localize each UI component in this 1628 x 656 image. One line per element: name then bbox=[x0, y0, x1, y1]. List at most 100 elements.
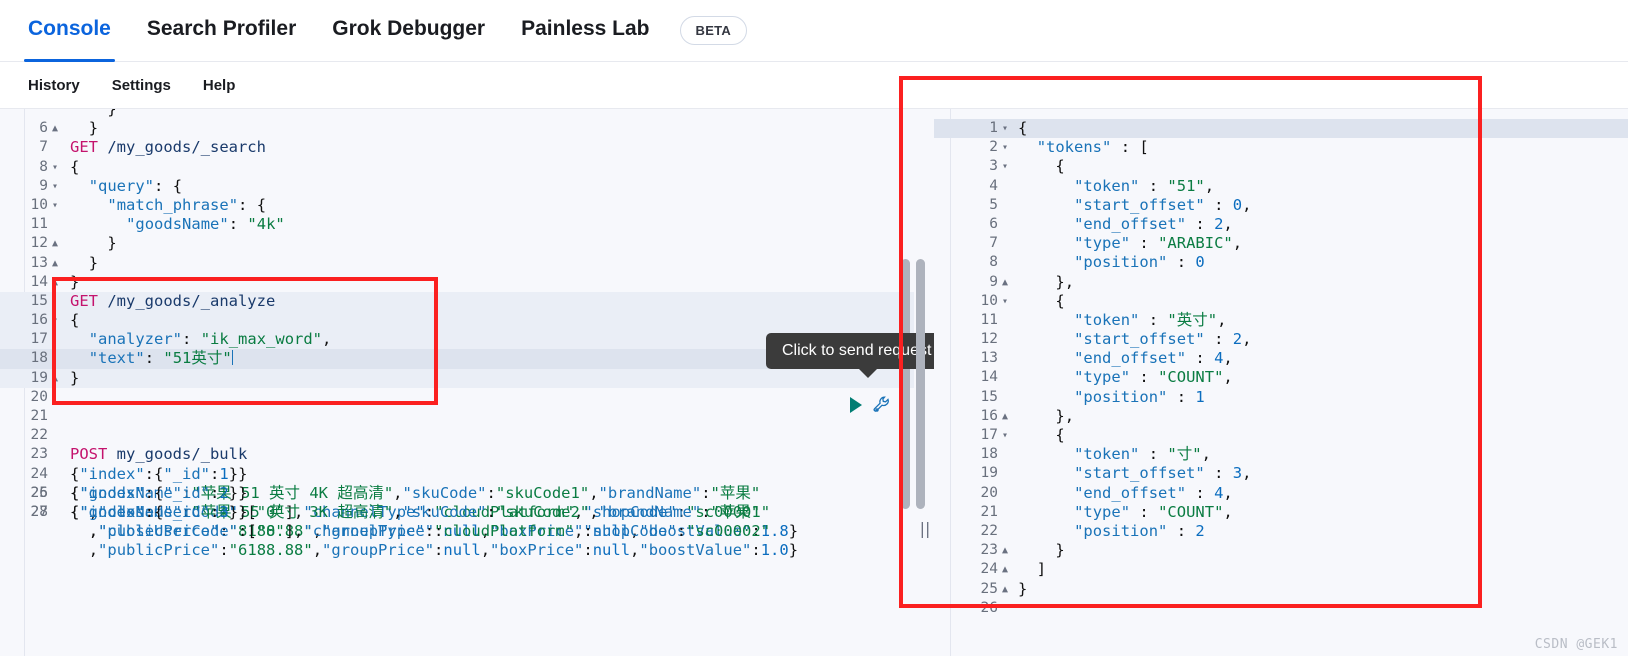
response-editor-pane[interactable]: 1 ▾{2 ▾ "tokens" : [3 ▾ {4 "token" : "51", 5… bbox=[934, 109, 1628, 656]
code-line[interactable]: 9 ▾ "query": { bbox=[0, 177, 914, 196]
code-line[interactable]: 20 bbox=[0, 388, 914, 407]
code-line[interactable]: 16 ▲ }, bbox=[934, 407, 1628, 426]
code-line[interactable]: 8 ▾ { bbox=[0, 158, 914, 177]
code-line[interactable]: 9 ▲ }, bbox=[934, 273, 1628, 292]
code-line[interactable]: 5 "start_offset" : 0, bbox=[934, 196, 1628, 215]
code-fold-toggle[interactable]: ▾ bbox=[52, 177, 64, 196]
code-line[interactable]: } bbox=[0, 109, 914, 119]
code-fold-toggle[interactable]: ▲ bbox=[52, 369, 64, 388]
line-number: 14 bbox=[980, 369, 998, 386]
line-number: 26 bbox=[980, 599, 998, 616]
code-line[interactable]: 24 ▲ ] bbox=[934, 560, 1628, 579]
tab-search-profiler[interactable]: Search Profiler bbox=[129, 0, 314, 62]
request-editor-pane[interactable]: } 6 ▲ } 7 GET /my_goods/_search 8 ▾{9 ▾ "query"… bbox=[0, 109, 914, 656]
code-line[interactable]: 26 bbox=[934, 599, 1628, 618]
code-line[interactable]: 15 GET /my_goods/_analyze bbox=[0, 291, 914, 312]
code-fold-toggle[interactable]: ▾ bbox=[52, 196, 64, 215]
code-line[interactable]: 13 "end_offset" : 4, bbox=[934, 349, 1628, 368]
wrench-icon[interactable] bbox=[872, 395, 892, 415]
line-number: 10 bbox=[980, 292, 998, 309]
code-text: "position" : 1 bbox=[1074, 387, 1205, 406]
subnav-item-history[interactable]: History bbox=[12, 77, 96, 94]
code-line[interactable]: 28 {"index":{"_id":3}} bbox=[0, 503, 914, 522]
code-fold-toggle[interactable]: ▲ bbox=[1002, 407, 1014, 426]
response-editor-scrollbar[interactable] bbox=[916, 259, 925, 509]
line-number: 16 bbox=[30, 312, 48, 329]
code-fold-toggle[interactable]: ▲ bbox=[52, 254, 64, 273]
code-line[interactable]: 13 ▲ } bbox=[0, 254, 914, 273]
line-number: 11 bbox=[980, 311, 998, 328]
code-fold-toggle[interactable]: ▲ bbox=[1002, 580, 1014, 599]
code-line[interactable]: 6 "end_offset" : 2, bbox=[934, 215, 1628, 234]
code-line[interactable]: 11 "token" : "英寸", bbox=[934, 311, 1628, 330]
code-fold-toggle[interactable]: ▾ bbox=[52, 311, 64, 330]
code-line[interactable]: 17 ▾ { bbox=[934, 426, 1628, 445]
code-line[interactable]: 12 "start_offset" : 2, bbox=[934, 330, 1628, 349]
code-line[interactable]: 12 ▲ } bbox=[0, 234, 914, 253]
code-text: }, bbox=[1055, 406, 1075, 425]
code-line[interactable]: 23 POST my_goods/_bulk bbox=[0, 445, 914, 464]
code-fold-toggle[interactable]: ▾ bbox=[1002, 138, 1014, 157]
code-text: ] bbox=[1036, 560, 1047, 579]
code-line[interactable]: 15 "position" : 1 bbox=[934, 388, 1628, 407]
code-line[interactable]: 8 "position" : 0 bbox=[934, 253, 1628, 272]
code-fold-toggle[interactable]: ▾ bbox=[1002, 292, 1014, 311]
tab-console[interactable]: Console bbox=[10, 0, 129, 62]
line-number: 6 bbox=[989, 215, 998, 232]
subnav-item-settings[interactable]: Settings bbox=[96, 77, 187, 94]
code-text: GET /my_goods/_search bbox=[70, 138, 266, 157]
code-line[interactable]: 19 ▲} bbox=[0, 368, 914, 388]
code-line[interactable]: 4 "token" : "51", bbox=[934, 177, 1628, 196]
code-text: "query": { bbox=[88, 176, 183, 195]
code-fold-toggle[interactable]: ▾ bbox=[1002, 426, 1014, 445]
line-number: 15 bbox=[30, 292, 48, 309]
request-editor-scrollbar[interactable] bbox=[901, 259, 910, 509]
code-line[interactable]: 11 "goodsName": "4k" bbox=[0, 215, 914, 234]
code-line[interactable]: 10 ▾ { bbox=[934, 292, 1628, 311]
code-line[interactable]: 10 ▾ "match_phrase": { bbox=[0, 196, 914, 215]
response-code-body[interactable]: 1 ▾{2 ▾ "tokens" : [3 ▾ {4 "token" : "51", 5… bbox=[934, 119, 1628, 618]
code-line[interactable]: 23 ▲ } bbox=[934, 541, 1628, 560]
code-fold-toggle[interactable]: ▲ bbox=[1002, 541, 1014, 560]
tab-grok-debugger[interactable]: Grok Debugger bbox=[314, 0, 503, 62]
code-fold-toggle[interactable]: ▲ bbox=[52, 273, 64, 292]
code-line[interactable]: 22 "position" : 2 bbox=[934, 522, 1628, 541]
code-line[interactable]: 14 "type" : "COUNT", bbox=[934, 368, 1628, 387]
code-line[interactable]: 2 ▾ "tokens" : [ bbox=[934, 138, 1628, 157]
code-fold-toggle[interactable]: ▲ bbox=[1002, 273, 1014, 292]
code-line[interactable]: 7 "type" : "ARABIC", bbox=[934, 234, 1628, 253]
tab-painless-lab[interactable]: Painless Lab bbox=[503, 0, 667, 62]
code-line[interactable]: 26 {"index":{"_id":2}} bbox=[0, 484, 914, 503]
line-number: 20 bbox=[980, 484, 998, 501]
code-line[interactable]: 1 ▾{ bbox=[934, 119, 1628, 139]
line-number: 7 bbox=[989, 235, 998, 252]
code-line[interactable]: 7 GET /my_goods/_search bbox=[0, 138, 914, 157]
line-number: 8 bbox=[39, 158, 48, 175]
play-icon[interactable] bbox=[848, 396, 864, 414]
code-line[interactable]: 25 ▲} bbox=[934, 580, 1628, 599]
code-line[interactable]: 6 ▲ } bbox=[0, 119, 914, 138]
code-fold-toggle[interactable]: ▲ bbox=[52, 234, 64, 253]
code-fold-toggle[interactable]: ▾ bbox=[1002, 119, 1014, 138]
code-line[interactable]: 21 "type" : "COUNT", bbox=[934, 503, 1628, 522]
code-fold-toggle[interactable]: ▾ bbox=[1002, 157, 1014, 176]
code-line[interactable]: 21 bbox=[0, 407, 914, 426]
code-line[interactable]: 3 ▾ { bbox=[934, 157, 1628, 176]
code-line[interactable]: 22 bbox=[0, 426, 914, 445]
code-line[interactable]: 24 {"index":{"_id":1}} bbox=[0, 465, 914, 484]
line-number: 20 bbox=[30, 388, 48, 405]
pane-resize-handle[interactable]: || bbox=[919, 520, 931, 538]
subnav-item-help[interactable]: Help bbox=[187, 77, 252, 94]
request-code-body[interactable]: } 6 ▲ } 7 GET /my_goods/_search 8 ▾{9 ▾ "query"… bbox=[0, 109, 914, 559]
line-number: 11 bbox=[30, 216, 48, 233]
code-text: "type" : "ARABIC", bbox=[1074, 234, 1243, 253]
code-line[interactable]: 18 "token" : "寸", bbox=[934, 445, 1628, 464]
code-fold-toggle[interactable]: ▲ bbox=[52, 119, 64, 138]
code-line[interactable]: 20 "end_offset" : 4, bbox=[934, 484, 1628, 503]
code-fold-toggle[interactable]: ▾ bbox=[52, 158, 64, 177]
code-line[interactable]: 19 "start_offset" : 3, bbox=[934, 464, 1628, 483]
code-line[interactable]: 16 ▾ { bbox=[0, 311, 914, 331]
code-fold-toggle[interactable]: ▲ bbox=[1002, 560, 1014, 579]
line-number: 17 bbox=[30, 331, 48, 348]
code-line[interactable]: 14 ▲} bbox=[0, 273, 914, 292]
